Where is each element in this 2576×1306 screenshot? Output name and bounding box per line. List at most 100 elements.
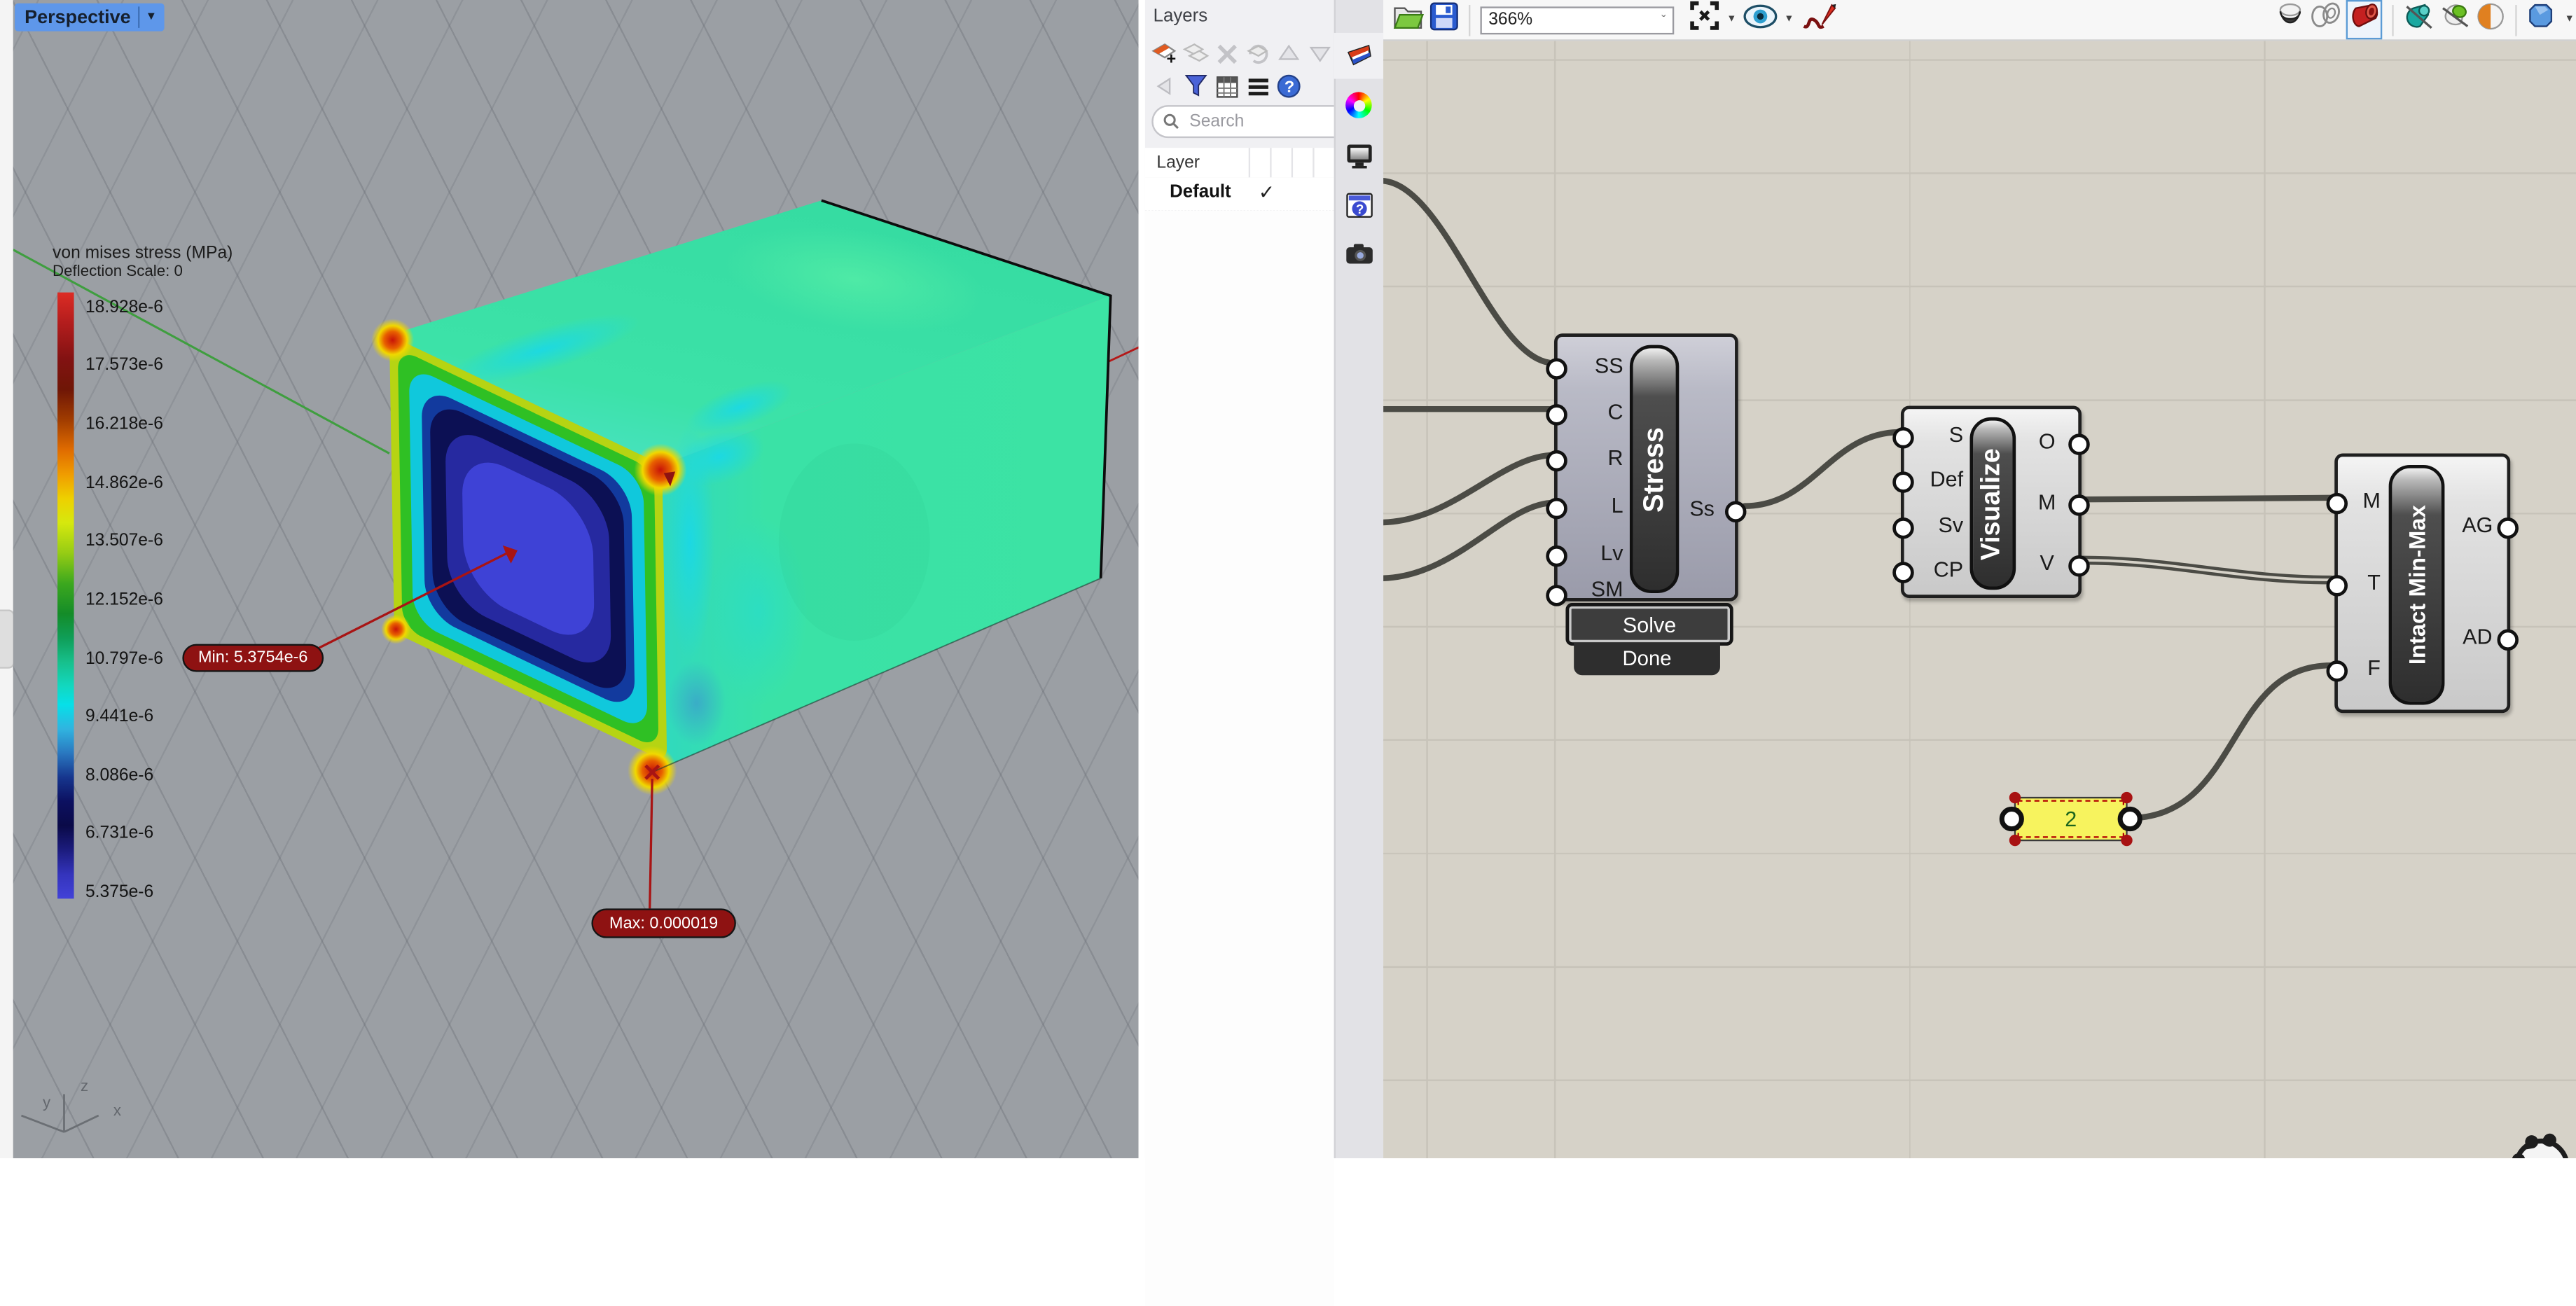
solve-button[interactable]: Solve (1565, 603, 1733, 646)
new-sublayer-button[interactable] (1182, 39, 1210, 67)
gh-number-panel[interactable]: 2 (2014, 797, 2128, 841)
grasshopper-window: 366% ˇ ▼ ▼ (1383, 0, 2576, 1158)
wireframe-display-icon[interactable] (2310, 1, 2341, 38)
gh-component-visualize[interactable]: Visualize S Def Sv CP O M V (1901, 405, 2082, 597)
panel-corner-grip[interactable] (2009, 835, 2021, 846)
search-icon (1163, 113, 1179, 130)
visualize-port-label: CP (1907, 557, 1963, 581)
layer-name: Default (1170, 182, 1231, 202)
visualize-port-label: O (2023, 429, 2072, 453)
legend-title: von mises stress (MPa) (53, 243, 233, 263)
legend-value: 17.573e-6 (85, 355, 163, 375)
hide-preview-icon[interactable] (2404, 1, 2435, 39)
zoom-level-value: 366% (1488, 10, 1532, 29)
color-wheel-tab-icon[interactable] (1345, 92, 1373, 120)
panel-output-socket[interactable] (2118, 807, 2142, 831)
visualize-port-label: Def (1907, 466, 1963, 491)
svg-text:?: ? (1356, 202, 1364, 216)
preview-dropdown-icon[interactable]: ▼ (1784, 15, 1794, 25)
intact-name-label: Intact Min-Max (2404, 505, 2430, 665)
zoom-extents-button[interactable] (1689, 0, 1720, 39)
sketch-pen-button[interactable] (1801, 0, 1837, 40)
delete-layer-button[interactable] (1212, 39, 1240, 67)
duplicate-layer-button[interactable] (1244, 39, 1272, 67)
disable-preview-icon[interactable] (2439, 1, 2471, 39)
legend-colorbar (57, 293, 74, 899)
wire-panel-to-f (2128, 665, 2332, 818)
svg-text:?: ? (1284, 77, 1294, 95)
done-button[interactable]: Done (1574, 642, 1720, 675)
visualize-port-label: Sv (1907, 513, 1963, 537)
shaded-display-icon-selected[interactable] (2346, 0, 2383, 39)
zoom-level-combobox[interactable]: 366% ˇ (1480, 6, 1674, 34)
grasshopper-canvas[interactable]: Stress SS C R L Lv SM Ss Solve Done (1383, 41, 2576, 1158)
rhino-viewport[interactable]: Perspective ▼ von mises stress (MPa) Def… (13, 0, 1139, 1158)
wire-to-r (1383, 455, 1554, 522)
layer-table-header: Layer (1145, 148, 1334, 179)
layers-panel-title: Layers (1154, 6, 1207, 26)
help-icon[interactable]: ? (1275, 72, 1303, 100)
stress-name-label: Stress (1638, 426, 1671, 512)
legend-value: 5.375e-6 (85, 882, 153, 902)
search-input[interactable] (1186, 110, 1357, 133)
stress-port-label: Ss (1676, 496, 1729, 521)
intact-port-label: T (2338, 570, 2381, 595)
display-tab-icon[interactable] (1345, 143, 1373, 171)
selection-display-icon[interactable] (2527, 1, 2555, 38)
max-value-badge: Max: 0.000019 (591, 908, 735, 938)
zoom-extents-dropdown-icon[interactable]: ▼ (1726, 15, 1736, 25)
layers-tab-icon[interactable] (1345, 41, 1373, 69)
legend-value: 16.218e-6 (85, 414, 163, 433)
display-dropdown-icon[interactable]: ▼ (2565, 15, 2575, 25)
visualize-name-capsule[interactable]: Visualize (1969, 417, 2016, 590)
move-layer-up-button[interactable] (1275, 39, 1303, 67)
save-file-button[interactable] (1429, 1, 1459, 39)
viewport-tab-dropdown-icon[interactable]: ▼ (146, 11, 157, 22)
stress-port-label: R (1564, 445, 1623, 470)
intact-port-label: AG (2449, 513, 2505, 537)
layer-row-default[interactable]: Default ✓ (1145, 177, 1334, 211)
panel-corner-grip[interactable] (2121, 792, 2132, 803)
viewport-tab-perspective[interactable]: Perspective ▼ (15, 4, 163, 32)
preview-mesh-quality-icon[interactable] (2476, 1, 2505, 39)
legend-value: 8.086e-6 (85, 765, 153, 785)
visualize-port-label: S (1907, 422, 1963, 447)
camera-tab-icon[interactable] (1345, 243, 1373, 271)
panel-input-socket[interactable] (2000, 807, 2024, 831)
help-tab-icon[interactable]: ? (1345, 192, 1373, 220)
visualize-port-label: V (2023, 550, 2072, 575)
stress-port-label: Lv (1564, 541, 1623, 565)
legend-value: 10.797e-6 (85, 649, 163, 669)
legend-value: 14.862e-6 (85, 473, 163, 493)
move-layer-down-button[interactable] (1306, 39, 1334, 67)
open-file-button[interactable] (1393, 1, 1425, 39)
gh-component-intact-min-max[interactable]: Intact Min-Max M T F AG AD (2334, 454, 2510, 714)
intact-name-capsule[interactable]: Intact Min-Max (2389, 465, 2445, 705)
stress-name-capsule[interactable]: Stress (1630, 345, 1679, 593)
preview-eye-button[interactable] (1743, 3, 1778, 37)
panel-tab-strip (1334, 0, 1385, 1158)
menu-icon[interactable] (1244, 72, 1272, 100)
wire-ss-to-s (1745, 432, 1901, 506)
table-view-icon[interactable] (1212, 72, 1240, 100)
gh-component-stress[interactable]: Stress SS C R L Lv SM Ss (1554, 333, 1738, 601)
filter-icon[interactable] (1182, 72, 1210, 100)
layer-column-header: Layer (1156, 153, 1200, 172)
toolbar-separator (1469, 4, 1470, 36)
collapse-button[interactable] (1150, 72, 1178, 100)
legend-value: 18.928e-6 (85, 298, 163, 317)
chevron-down-icon[interactable]: ˇ (1661, 13, 1666, 27)
legend-value: 9.441e-6 (85, 707, 153, 726)
axis-x-label: x (113, 1102, 121, 1120)
wireframe-shell-display-icon[interactable] (2276, 1, 2305, 38)
legend-value: 13.507e-6 (85, 531, 163, 550)
axis-y-label: y (43, 1095, 50, 1113)
intact-port-label: AD (2449, 625, 2505, 649)
svg-text:+: + (1165, 49, 1175, 65)
wire-to-ss (1383, 181, 1554, 363)
panel-corner-grip[interactable] (2009, 792, 2021, 803)
stress-port-label: SS (1564, 353, 1623, 377)
stress-port-label: SM (1564, 576, 1623, 601)
new-layer-button[interactable]: + (1150, 39, 1178, 67)
panel-corner-grip[interactable] (2121, 835, 2132, 846)
